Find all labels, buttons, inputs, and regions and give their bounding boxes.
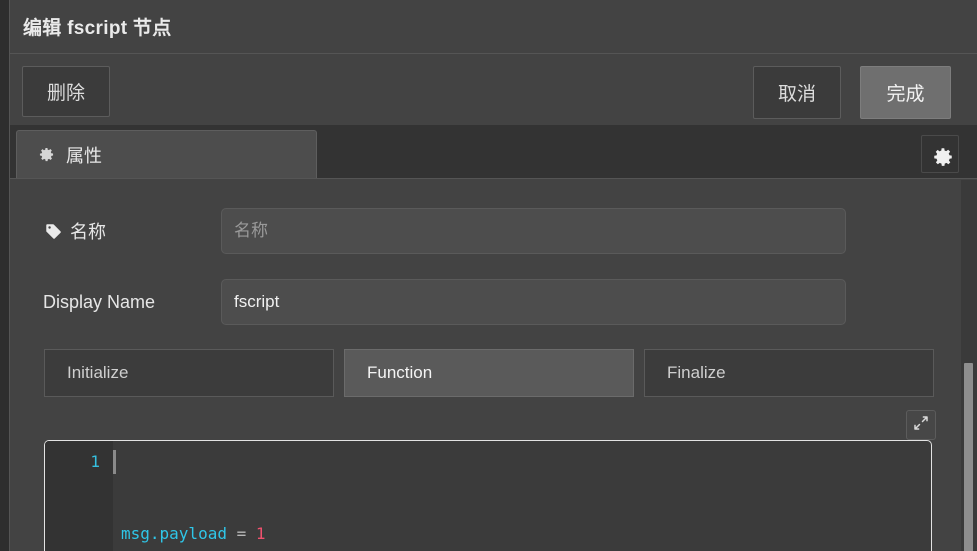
tab-properties[interactable]: 属性 [16, 130, 317, 178]
code-token-operator: = [236, 524, 247, 543]
expand-editor-button[interactable] [906, 410, 936, 440]
vertical-scrollbar-thumb[interactable] [964, 363, 973, 551]
display-name-row: Display Name [10, 279, 977, 325]
done-button[interactable]: 完成 [860, 66, 951, 119]
name-input[interactable] [221, 208, 846, 254]
tab-initialize[interactable]: Initialize [44, 349, 334, 397]
gear-icon [933, 147, 952, 166]
line-number: 1 [90, 452, 100, 471]
page-title: 编辑 fscript 节点 [23, 18, 172, 39]
expand-diagonal-icon [913, 415, 929, 436]
editor-gutter: 1 [45, 441, 113, 551]
dialog-button-row: 删除 取消 完成 [10, 55, 977, 125]
name-label: 名称 [70, 222, 106, 242]
code-token-space-2 [246, 524, 256, 543]
code-token-variable: msg.payload [121, 524, 227, 543]
gear-icon [39, 147, 54, 162]
dialog-titlebar: 编辑 fscript 节点 [10, 0, 977, 54]
code-section-tabs: Initialize Function Finalize [10, 349, 977, 397]
text-caret [113, 450, 116, 474]
tab-function[interactable]: Function [344, 349, 634, 397]
display-name-input[interactable] [221, 279, 846, 325]
dialog-tabbar: 属性 [10, 125, 977, 179]
code-editor[interactable]: 1 msg.payload = 1 [44, 440, 932, 551]
editor-code-area[interactable]: msg.payload = 1 [113, 441, 931, 551]
delete-button[interactable]: 删除 [22, 66, 110, 117]
code-line-1: msg.payload = 1 [113, 522, 931, 546]
name-row: 名称 [10, 208, 977, 254]
vertical-scrollbar-track[interactable] [961, 180, 977, 551]
display-name-label: Display Name [43, 291, 156, 312]
tab-finalize[interactable]: Finalize [644, 349, 934, 397]
edit-node-dialog: 编辑 fscript 节点 删除 取消 完成 属性 名称 名称 Display … [0, 0, 977, 551]
tab-properties-label: 属性 [66, 145, 102, 166]
code-token-number: 1 [255, 524, 266, 543]
cancel-button[interactable]: 取消 [753, 66, 841, 119]
dialog-body: 名称 Display Name Initialize Function Fina… [10, 179, 977, 551]
settings-gear-button[interactable] [921, 135, 959, 173]
name-label-group: 名称 [45, 208, 106, 254]
tag-icon [45, 223, 61, 239]
dialog-left-rail [0, 0, 10, 551]
code-token-space-1 [227, 524, 237, 543]
